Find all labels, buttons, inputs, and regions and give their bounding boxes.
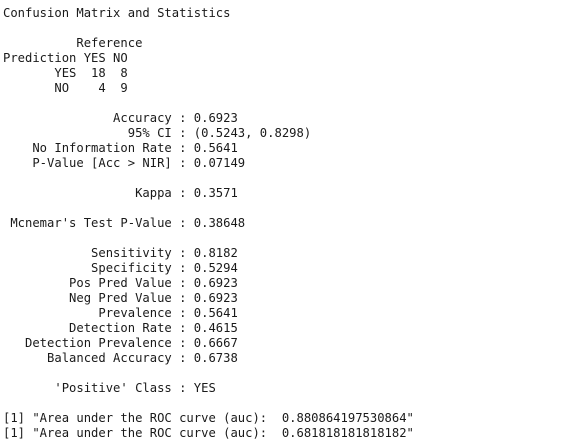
console-line-auc-1: [1] "Area under the ROC curve (auc): 0.8… [3,411,414,425]
console-line-blank [3,396,559,411]
console-line-matrix-yes-row: YES 18 8 [3,66,128,80]
console-line-mcnemar: Mcnemar's Test P-Value : 0.38648 [3,216,246,230]
console-line-p-value: P-Value [Acc > NIR] : 0.07149 [3,156,246,170]
console-line-specificity: Specificity : 0.5294 [3,261,238,275]
console-line-blank [3,21,559,36]
console-line-detection-rate: Detection Rate : 0.4615 [3,321,238,335]
console-line-reference-header: Reference [3,36,143,50]
console-line-neg-pred-value: Neg Pred Value : 0.6923 [3,291,238,305]
console-line-kappa: Kappa : 0.3571 [3,186,238,200]
console-line-prevalence: Prevalence : 0.5641 [3,306,238,320]
console-line-prediction-header: Prediction YES NO [3,51,128,65]
console-line-blank [3,96,559,111]
console-line-balanced-accuracy: Balanced Accuracy : 0.6738 [3,351,238,365]
console-line-ci: 95% CI : (0.5243, 0.8298) [3,126,312,140]
console-line-accuracy: Accuracy : 0.6923 [3,111,238,125]
console-line-detection-prevalence: Detection Prevalence : 0.6667 [3,336,238,350]
console-output: Confusion Matrix and Statistics Referenc… [3,6,559,441]
console-line-title: Confusion Matrix and Statistics [3,6,231,20]
console-line-blank [3,366,559,381]
console-line-blank [3,171,559,186]
console-line-matrix-no-row: NO 4 9 [3,81,128,95]
console-line-sensitivity: Sensitivity : 0.8182 [3,246,238,260]
console-line-blank [3,201,559,216]
console-line-no-information-rate: No Information Rate : 0.5641 [3,141,238,155]
console-line-positive-class: 'Positive' Class : YES [3,381,216,395]
console-line-pos-pred-value: Pos Pred Value : 0.6923 [3,276,238,290]
console-line-auc-2: [1] "Area under the ROC curve (auc): 0.6… [3,426,414,440]
console-line-blank [3,231,559,246]
